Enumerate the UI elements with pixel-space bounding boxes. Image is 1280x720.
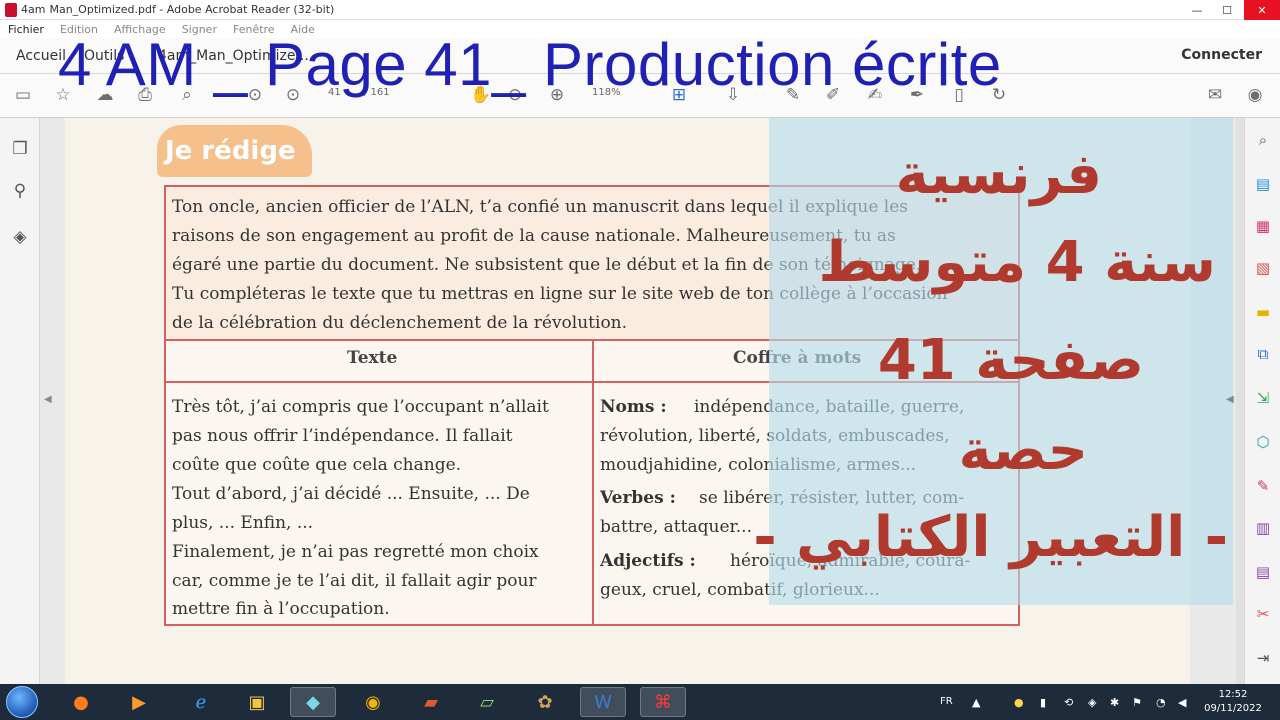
section-heading: Je rédige: [157, 125, 312, 177]
organize-pages-icon[interactable]: ▦: [1253, 216, 1273, 236]
comment-tool-icon[interactable]: ▬: [1253, 302, 1273, 322]
clock-time: 12:52: [1218, 689, 1248, 700]
expand-panel-icon[interactable]: ⇥: [1253, 648, 1273, 668]
compress-icon[interactable]: ⇲: [1253, 388, 1273, 408]
acrobat-taskbar-icon[interactable]: ⌘: [640, 687, 686, 717]
adjectifs-label: Adjectifs :: [600, 551, 696, 571]
paint-icon[interactable]: ✿: [522, 687, 568, 717]
column-header-texte: Texte: [347, 348, 398, 368]
edit-pdf-icon[interactable]: ⬡: [1253, 432, 1273, 452]
texte-line: Tout d’abord, j’ai décidé ... Ensuite, .…: [172, 484, 530, 504]
verbes-line: battre, attaquer...: [600, 517, 752, 537]
tray-app-icon[interactable]: ●: [1014, 696, 1024, 709]
overlay-line-level: سنة 4 متوسط: [818, 230, 1216, 295]
window-titlebar: 4am Man_Optimized.pdf - Adobe Acrobat Re…: [0, 0, 1280, 20]
internet-explorer-icon[interactable]: ℯ: [178, 687, 224, 717]
folder-app-icon[interactable]: ▱: [464, 687, 510, 717]
file-explorer-icon[interactable]: ▣: [234, 687, 280, 717]
layers-icon[interactable]: ◈: [9, 226, 31, 248]
taskbar-clock[interactable]: 12:52 09/11/2022: [1200, 688, 1266, 716]
zoom-search-icon[interactable]: ⌕: [1253, 130, 1273, 150]
table-divider: [592, 341, 594, 626]
powerpoint-icon[interactable]: ▰: [408, 687, 454, 717]
overlay-line-subject: فرنسية: [895, 142, 1102, 207]
word-icon[interactable]: W: [580, 687, 626, 717]
texte-line: Très tôt, j’ai compris que l’occupant n’…: [172, 397, 549, 417]
chrome-icon[interactable]: ◉: [350, 687, 396, 717]
texte-line: mettre fin à l’occupation.: [172, 599, 390, 619]
overlay-line-page: صفحة 41: [877, 328, 1144, 393]
create-pdf-icon[interactable]: ▧: [1253, 258, 1273, 278]
tray-sync-icon[interactable]: ⟲: [1064, 696, 1073, 709]
collapse-left-arrow-icon[interactable]: ◀: [44, 394, 52, 405]
noms-label: Noms :: [600, 397, 667, 417]
video-title: 4 AM _ Page 41_ Production écrite: [58, 31, 1002, 98]
connect-button[interactable]: Connecter: [1181, 47, 1262, 63]
window-title: Man_Optimized.pdf - Adobe Acrobat Reader…: [49, 3, 335, 16]
menu-fichier[interactable]: Fichier: [0, 23, 52, 36]
mail-icon[interactable]: ✉: [1204, 84, 1226, 106]
account-icon[interactable]: ◉: [1244, 84, 1266, 106]
texte-line: car, comme je te l’ai dit, il fallait ag…: [172, 571, 537, 591]
left-side-rail: ❐ ⚲ ◈: [0, 118, 40, 684]
texte-line: coûte que coûte que cela change.: [172, 455, 462, 475]
tray-expand-icon[interactable]: ▲: [972, 696, 980, 709]
tray-volume-icon[interactable]: ◀: [1178, 696, 1186, 709]
minimize-button[interactable]: —: [1182, 0, 1212, 20]
tray-flag-icon[interactable]: ⚑: [1132, 696, 1142, 709]
close-button[interactable]: ✕: [1244, 0, 1280, 20]
save-icon[interactable]: ▭: [12, 84, 34, 106]
verbes-label: Verbes :: [600, 488, 676, 508]
overlay-line-topic: - التعبير الكتابي -: [753, 505, 1228, 570]
right-tools-rail: ⌕ ▤ ▦ ▧ ▬ ⧉ ⇲ ⬡ ✎ ▥ ▤ ✂ ⇥: [1244, 118, 1280, 684]
maximize-button[interactable]: ☐: [1212, 0, 1242, 20]
texte-line: pas nous offrir l’indépendance. Il falla…: [172, 426, 513, 446]
page-thumbnails-icon[interactable]: ❐: [9, 138, 31, 160]
send-for-review-icon[interactable]: ✂: [1253, 604, 1273, 624]
export-pdf-icon[interactable]: ▤: [1253, 174, 1273, 194]
acrobat-app-icon: [5, 2, 17, 17]
window-title-short: 4am: [21, 3, 46, 16]
protect-icon[interactable]: ▥: [1253, 518, 1273, 538]
start-button[interactable]: [6, 686, 38, 718]
texte-line: Finalement, je n’ai pas regretté mon cho…: [172, 542, 539, 562]
combine-files-icon[interactable]: ⧉: [1253, 344, 1273, 364]
clock-date: 09/11/2022: [1204, 703, 1262, 714]
video-editor-icon[interactable]: ◆: [290, 687, 336, 717]
collapse-right-arrow-icon[interactable]: ◀: [1226, 394, 1234, 405]
prompt-line: de la célébration du déclenchement de la…: [172, 313, 628, 333]
firefox-icon[interactable]: ●: [58, 687, 104, 717]
tray-shield-icon[interactable]: ◈: [1088, 696, 1096, 709]
media-player-icon[interactable]: ▶: [116, 687, 162, 717]
vertical-scrollbar[interactable]: [1236, 118, 1244, 684]
fill-and-sign-icon[interactable]: ✎: [1253, 476, 1273, 496]
tray-wifi-icon[interactable]: ◔: [1156, 696, 1166, 709]
tray-bluetooth-icon[interactable]: ✱: [1110, 696, 1119, 709]
language-indicator[interactable]: FR: [940, 696, 953, 707]
attachment-icon[interactable]: ⚲: [9, 180, 31, 202]
texte-line: plus, ... Enfin, ...: [172, 513, 314, 533]
more-tools-icon[interactable]: ▤: [1253, 562, 1273, 582]
tray-network-icon[interactable]: ▮: [1040, 696, 1046, 709]
windows-taskbar: ● ▶ ℯ ▣ ◆ ◉ ▰ ▱ ✿ W ⌘ FR ▲ ● ▮ ⟲ ◈ ✱ ⚑ ◔…: [0, 684, 1280, 720]
overlay-line-lesson: حصة: [958, 418, 1089, 483]
